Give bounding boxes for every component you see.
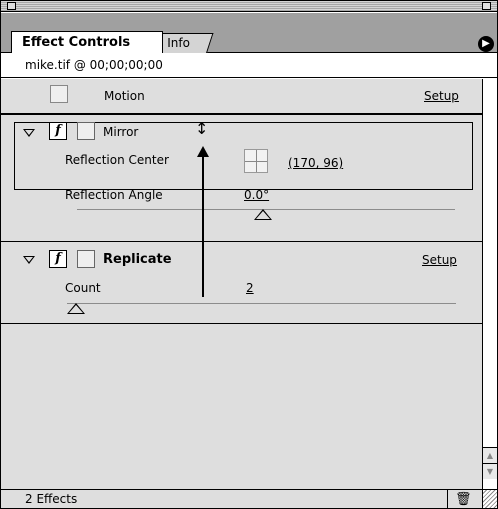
annotation-arrow [202,153,204,297]
reflection-center-value[interactable]: (170, 96) [288,156,343,170]
effects-count: 2 Effects [25,492,78,506]
replicate-fx-toggle-icon[interactable]: f [49,250,67,268]
replicate-enable-checkbox[interactable] [77,250,95,268]
mirror-expand-icon[interactable] [23,129,35,137]
divider [447,490,448,508]
trash-icon[interactable]: 🗑 [455,492,472,507]
zoom-box[interactable] [482,2,491,10]
count-slider-track[interactable] [67,303,456,304]
reflection-center-label: Reflection Center [65,153,169,167]
reflection-angle-slider-handle[interactable] [254,209,272,220]
motion-enable-checkbox[interactable] [50,85,68,103]
mirror-label: Mirror [103,125,139,139]
count-value[interactable]: 2 [246,281,254,295]
crosshair-icon[interactable] [244,149,268,173]
motion-setup-link[interactable]: Setup [424,89,459,103]
mirror-enable-checkbox[interactable] [77,122,95,140]
mirror-fx-toggle-icon[interactable]: f [49,122,67,140]
replicate-setup-link[interactable]: Setup [422,253,457,267]
effect-controls-window: Info Effect Controls ▶ mike.tif @ 00;00;… [0,0,498,509]
reflection-angle-value[interactable]: 0.0° [244,188,269,202]
annotation-arrow-head [197,146,209,157]
vertical-scrollbar[interactable]: ▲ ▼ [482,79,497,489]
replicate-label: Replicate [103,252,172,267]
divider [1,113,497,115]
tab-info-label: Info [167,36,190,50]
motion-label: Motion [104,89,145,103]
tab-row: Info Effect Controls ▶ [1,13,497,53]
reflection-angle-label: Reflection Angle [65,188,163,202]
divider [1,241,497,242]
palette-menu-icon[interactable]: ▶ [478,36,494,52]
scroll-up-arrow-icon[interactable]: ▲ [483,447,497,463]
close-box[interactable] [7,2,16,10]
divider [1,323,497,324]
count-label: Count [65,281,101,295]
tab-effect-controls-label: Effect Controls [22,35,131,50]
tab-effect-controls[interactable]: Effect Controls [11,31,163,53]
clip-label: mike.tif @ 00;00;00;00 [1,54,497,78]
resize-grip-icon[interactable] [482,490,497,508]
resize-cursor-icon: ↕ [195,119,209,138]
title-bar[interactable] [1,1,497,12]
count-slider-handle[interactable] [67,303,85,314]
status-bar: 2 Effects 🗑 [1,489,497,508]
replicate-expand-icon[interactable] [23,256,35,264]
scroll-down-arrow-icon[interactable]: ▼ [483,463,497,479]
